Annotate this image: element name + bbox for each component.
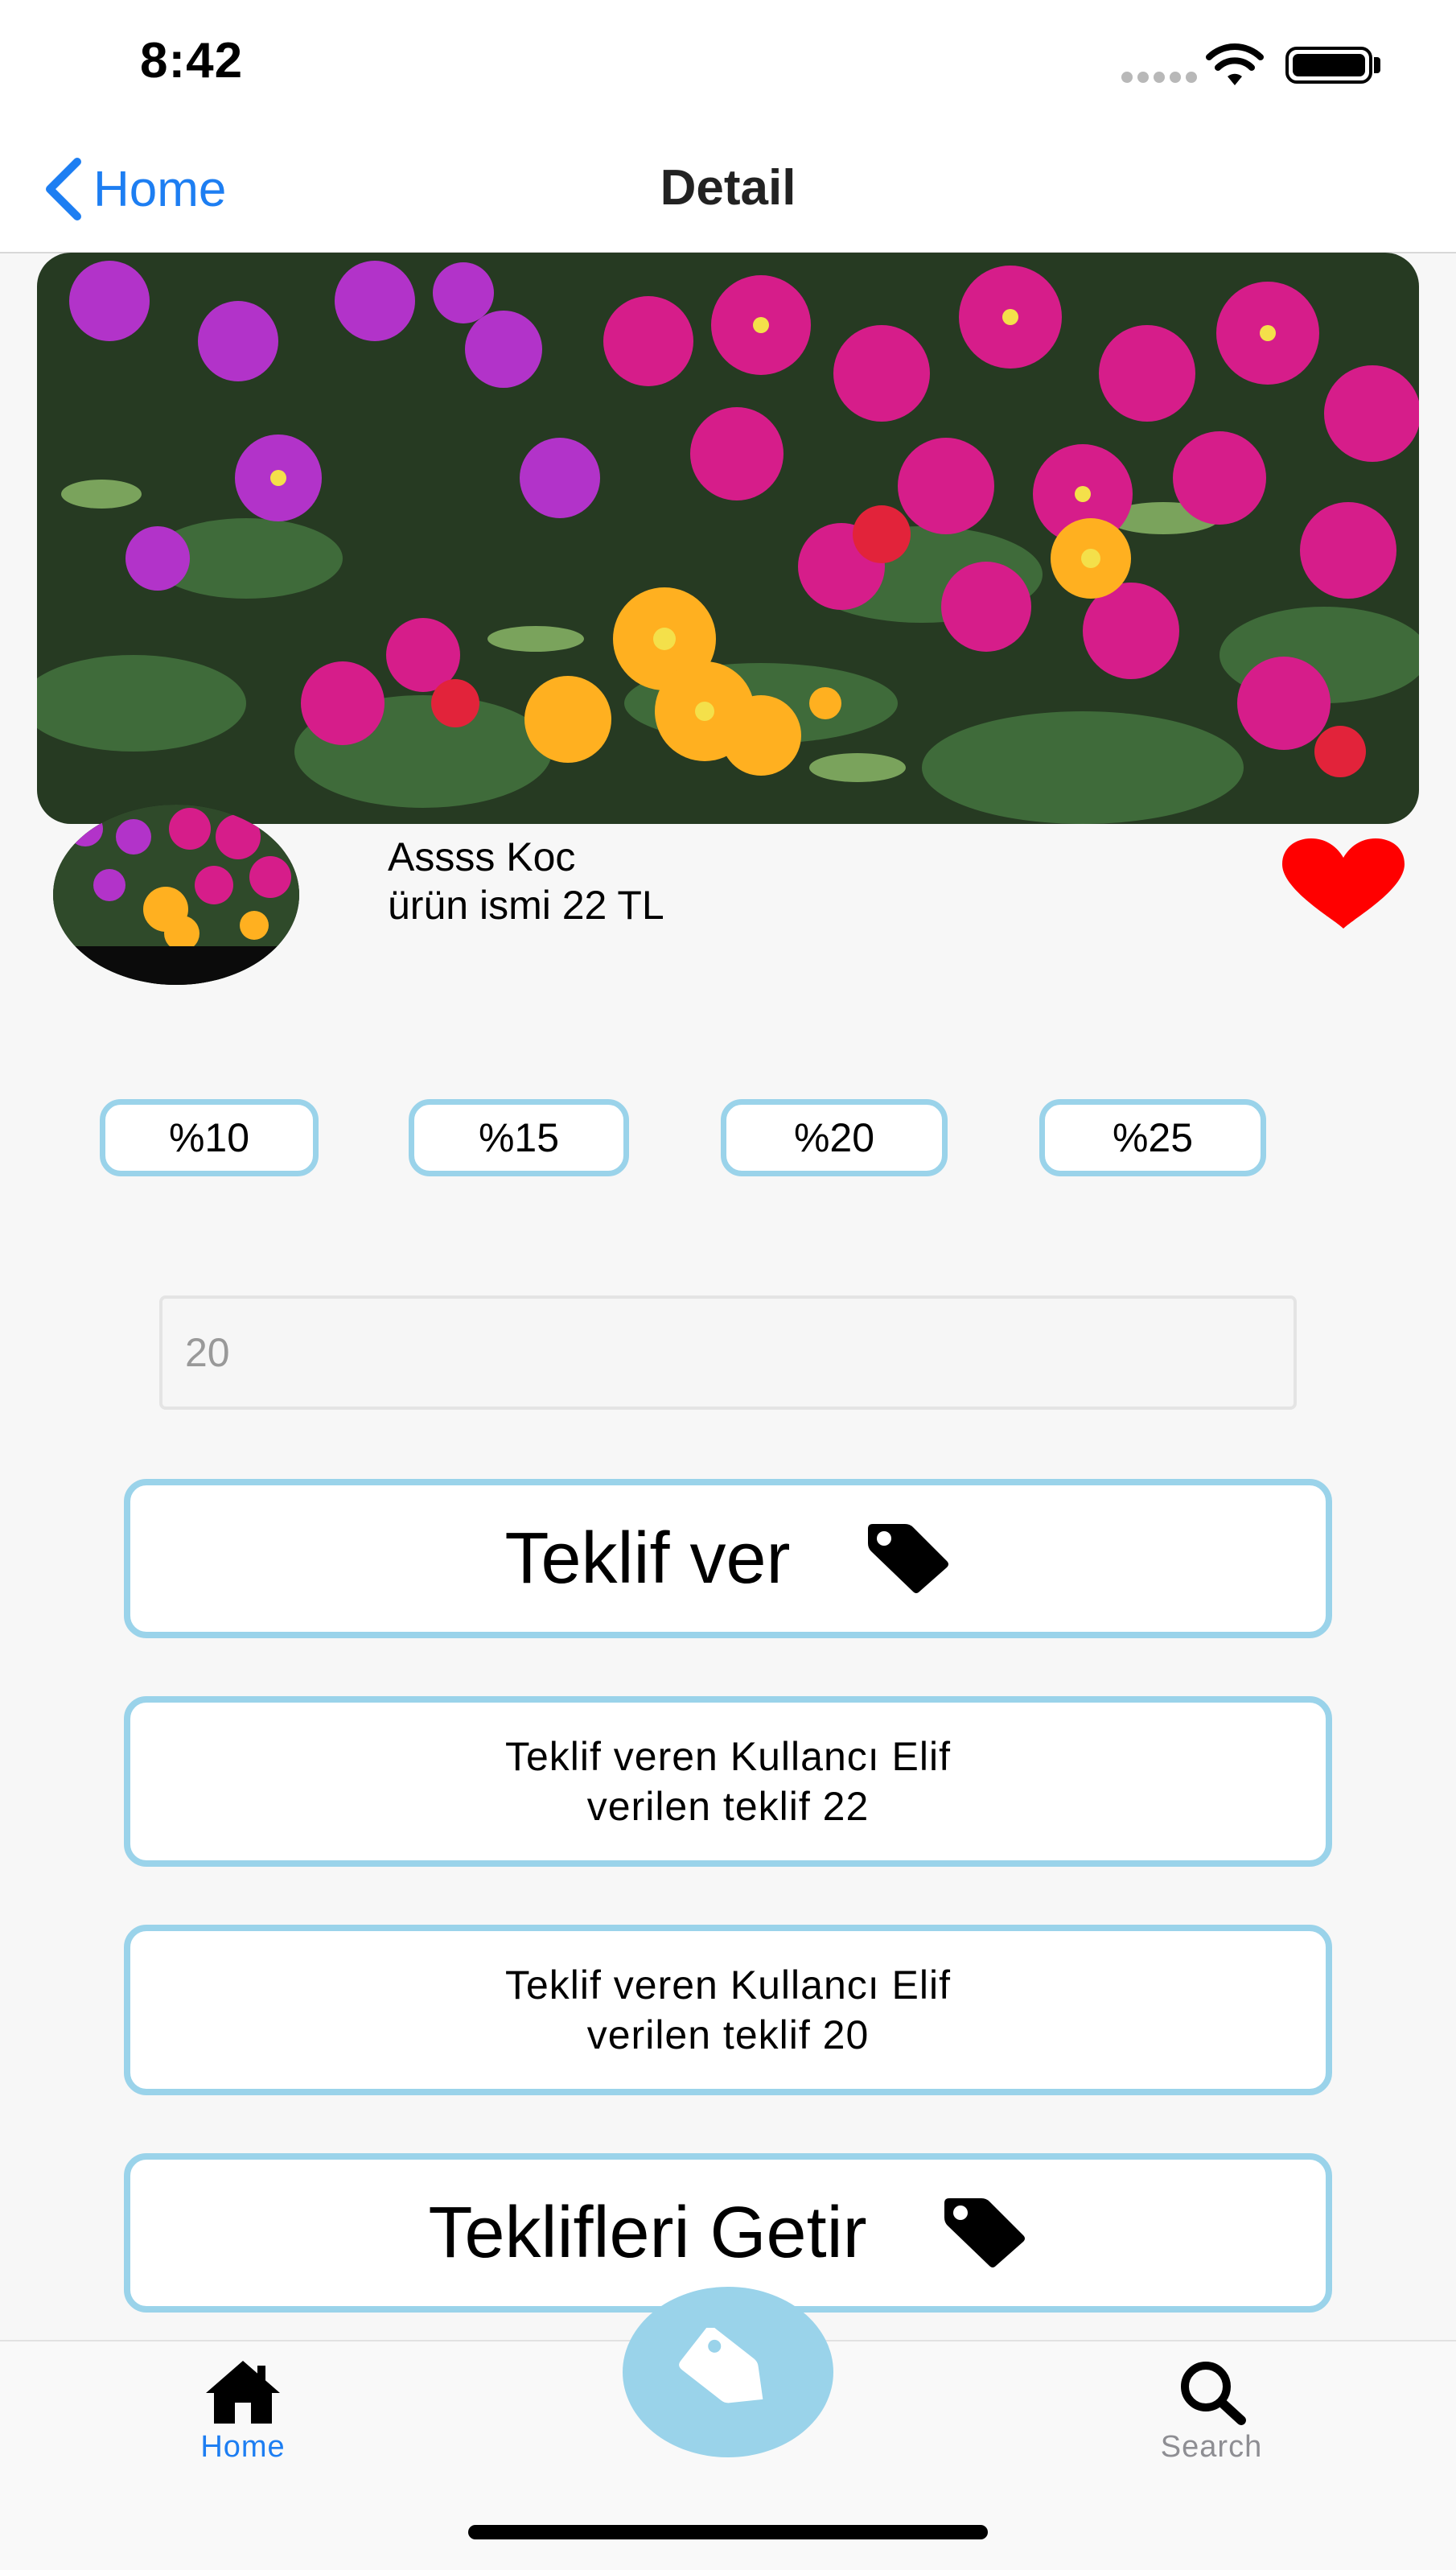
offer-card-amount: verilen teklif 20 (586, 2012, 870, 2057)
tab-home[interactable]: Home (138, 2358, 348, 2465)
offer-card: Teklif veren Kullancı Elif verilen tekli… (124, 1925, 1332, 2095)
offer-card-user: Teklif veren Kullancı Elif (504, 1963, 951, 2008)
offer-amount-input[interactable] (162, 1299, 1294, 1406)
submit-offer-label: Teklif ver (504, 1518, 791, 1599)
offer-card-user: Teklif veren Kullancı Elif (504, 1734, 951, 1779)
offer-card-amount: verilen teklif 22 (586, 1784, 870, 1829)
wifi-icon (1206, 43, 1264, 85)
discount-chip-20[interactable]: %20 (721, 1099, 948, 1176)
user-name: Assss Koc (388, 834, 576, 879)
discount-chip-15[interactable]: %15 (409, 1099, 629, 1176)
tab-search[interactable]: Search (1107, 2358, 1316, 2465)
offer-card: Teklif veren Kullancı Elif verilen tekli… (124, 1696, 1332, 1867)
home-indicator (468, 2525, 988, 2539)
battery-icon (1285, 47, 1372, 84)
product-name-price: ürün ismi 22 TL (388, 883, 664, 928)
discount-chip-25[interactable]: %25 (1039, 1099, 1266, 1176)
page-title: Detail (660, 160, 796, 216)
tag-icon (944, 2198, 1025, 2267)
tab-home-label: Home (200, 2430, 286, 2464)
discount-chip-10[interactable]: %10 (100, 1099, 319, 1176)
fetch-offers-label: Teklifleri Getir (428, 2192, 867, 2273)
product-image (37, 253, 1419, 824)
offer-input-container (159, 1295, 1297, 1410)
tag-icon (867, 1524, 948, 1593)
submit-offer-button[interactable]: Teklif ver (124, 1479, 1332, 1638)
status-time: 8:42 (140, 33, 244, 89)
tab-search-label: Search (1160, 2430, 1263, 2464)
avatar (53, 805, 299, 985)
tag-icon (679, 2328, 763, 2403)
battery-tip (1374, 57, 1380, 73)
heart-icon[interactable] (1279, 837, 1408, 930)
search-icon (1181, 2362, 1246, 2425)
center-offer-tab[interactable] (623, 2287, 833, 2457)
home-icon (206, 2361, 280, 2424)
